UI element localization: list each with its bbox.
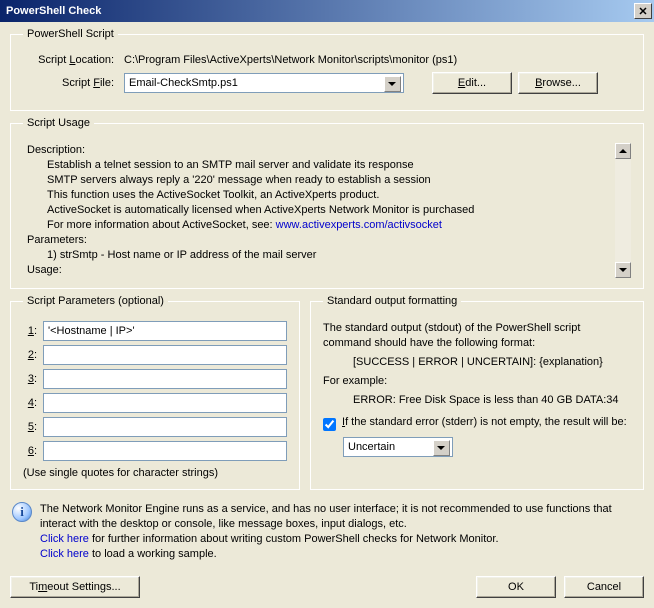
usage-d4: ActiveSocket is automatically licensed w… [27, 203, 613, 218]
usage-d1: Establish a telnet session to an SMTP ma… [27, 158, 613, 173]
usage-d5: For more information about ActiveSocket,… [27, 218, 613, 233]
stderr-result-select[interactable] [343, 437, 453, 457]
browse-button[interactable]: Browse... [518, 72, 598, 94]
info-link-1[interactable]: Click here [40, 533, 89, 545]
script-file-select[interactable] [124, 73, 404, 93]
usage-description-label: Description: [27, 143, 613, 158]
scroll-up-icon[interactable] [615, 143, 631, 159]
ok-button[interactable]: OK [476, 576, 556, 598]
script-file-label: Script File: [23, 77, 118, 89]
param-hint: (Use single quotes for character strings… [23, 467, 287, 479]
scroll-down-icon[interactable] [615, 262, 631, 278]
script-location-value: C:\Program Files\ActiveXperts\Network Mo… [124, 54, 631, 66]
script-location-label: Script Location: [23, 54, 118, 66]
info-text: The Network Monitor Engine runs as a ser… [40, 502, 642, 562]
dialog-body: PowerShell Script Script Location: C:\Pr… [0, 22, 654, 608]
info-line1: The Network Monitor Engine runs as a ser… [40, 502, 642, 532]
info-icon: i [12, 502, 32, 522]
param-5-input[interactable] [43, 417, 287, 437]
powershell-script-legend: PowerShell Script [23, 28, 118, 40]
param-2-label: 2: [23, 349, 37, 361]
param-5-label: 5: [23, 421, 37, 433]
usage-d2: SMTP servers always reply a '220' messag… [27, 173, 613, 188]
stderr-checkbox[interactable] [323, 418, 336, 431]
powershell-script-group: PowerShell Script Script Location: C:\Pr… [10, 28, 644, 111]
stderr-label: If the standard error (stderr) is not em… [342, 416, 627, 428]
param-6-label: 6: [23, 445, 37, 457]
script-usage-text: Description: Establish a telnet session … [23, 143, 631, 278]
param-3-label: 3: [23, 373, 37, 385]
script-usage-legend: Script Usage [23, 117, 94, 129]
info-link2-post: to load a working sample. [89, 548, 217, 560]
info-link-2[interactable]: Click here [40, 548, 89, 560]
param-3-input[interactable] [43, 369, 287, 389]
stdout-example-label: For example: [323, 374, 631, 389]
stdout-line1: The standard output (stdout) of the Powe… [323, 321, 631, 351]
standard-output-group: Standard output formatting The standard … [310, 295, 644, 490]
param-4-input[interactable] [43, 393, 287, 413]
close-icon[interactable]: ✕ [634, 3, 652, 19]
script-parameters-legend: Script Parameters (optional) [23, 295, 168, 307]
param-1-label: 1: [23, 325, 37, 337]
usage-usage-label: Usage: [27, 263, 613, 278]
usage-d3: This function uses the ActiveSocket Tool… [27, 188, 613, 203]
cancel-button[interactable]: Cancel [564, 576, 644, 598]
edit-button[interactable]: Edit... [432, 72, 512, 94]
info-link1-post: for further information about writing cu… [89, 533, 499, 545]
activesocket-link[interactable]: www.activexperts.com/activsocket [276, 219, 442, 231]
param-4-label: 4: [23, 397, 37, 409]
param-2-input[interactable] [43, 345, 287, 365]
usage-d5-pre: For more information about ActiveSocket,… [47, 219, 276, 231]
standard-output-legend: Standard output formatting [323, 295, 461, 307]
usage-params-label: Parameters: [27, 233, 613, 248]
stdout-example: ERROR: Free Disk Space is less than 40 G… [323, 393, 631, 408]
script-parameters-group: Script Parameters (optional) 1: 2: 3: 4:… [10, 295, 300, 490]
usage-p1: 1) strSmtp - Host name or IP address of … [27, 248, 613, 263]
window-title: PowerShell Check [6, 5, 634, 17]
script-usage-group: Script Usage Description: Establish a te… [10, 117, 644, 289]
param-6-input[interactable] [43, 441, 287, 461]
titlebar: PowerShell Check ✕ [0, 0, 654, 22]
param-1-input[interactable] [43, 321, 287, 341]
scroll-track[interactable] [615, 159, 631, 262]
timeout-settings-button[interactable]: Timeout Settings... [10, 576, 140, 598]
usage-scrollbar[interactable] [615, 143, 631, 278]
stdout-format: [SUCCESS | ERROR | UNCERTAIN]: {explanat… [323, 355, 631, 370]
